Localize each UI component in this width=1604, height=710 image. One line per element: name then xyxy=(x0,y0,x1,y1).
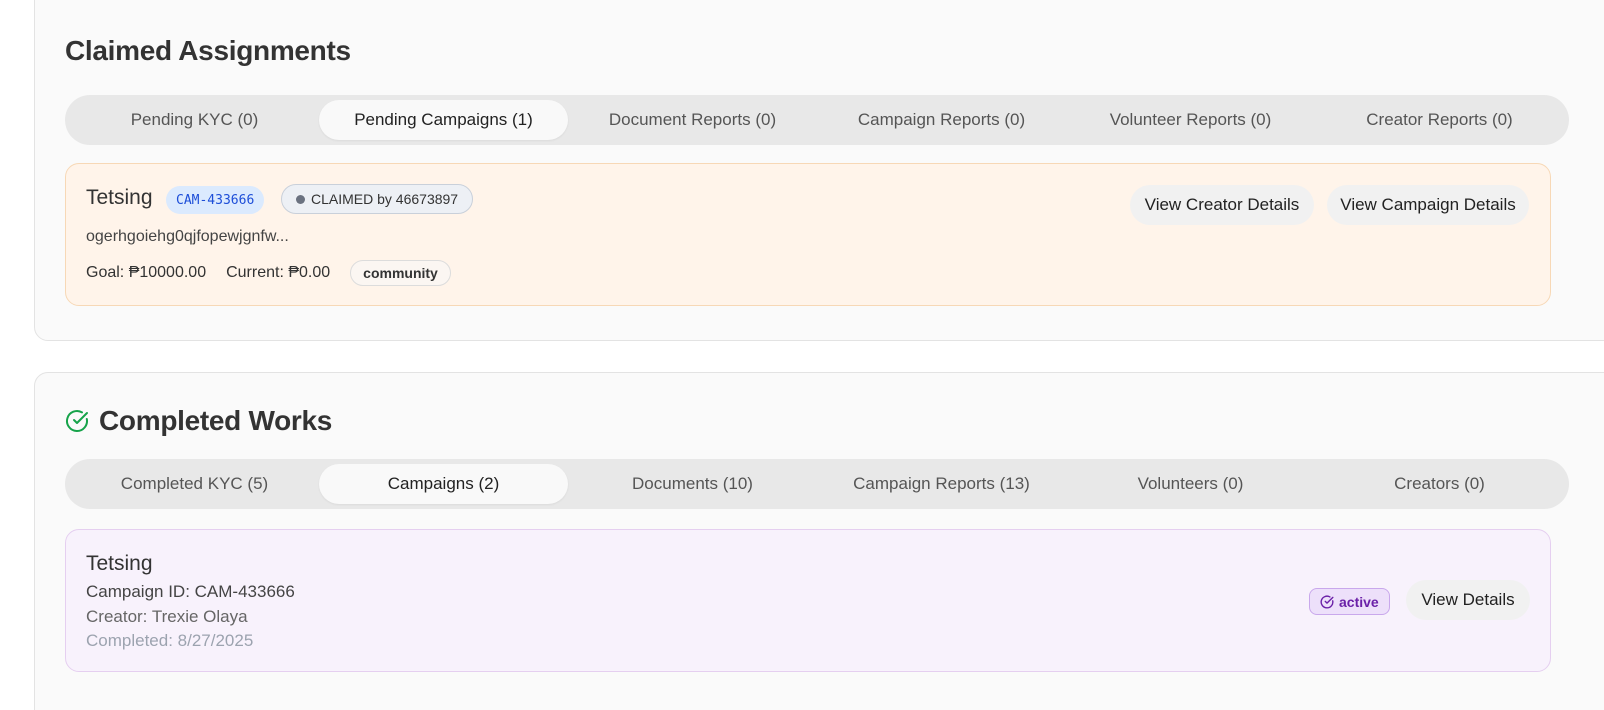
claimed-status-badge: CLAIMED by 46673897 xyxy=(281,184,474,214)
status-badge: active xyxy=(1309,588,1390,615)
tab-creators[interactable]: Creators (0) xyxy=(1315,464,1564,504)
completed-tabs: Completed KYC (5) Campaigns (2) Document… xyxy=(65,459,1569,509)
tab-completed-kyc[interactable]: Completed KYC (5) xyxy=(70,464,319,504)
tab-document-reports[interactable]: Document Reports (0) xyxy=(568,100,817,140)
tab-pending-kyc[interactable]: Pending KYC (0) xyxy=(70,100,319,140)
check-circle-small-icon xyxy=(1320,595,1334,609)
claimed-assignments-title: Claimed Assignments xyxy=(65,35,351,67)
tab-volunteer-reports[interactable]: Volunteer Reports (0) xyxy=(1066,100,1315,140)
claimed-campaign-card: Tetsing CAM-433666 CLAIMED by 46673897 o… xyxy=(65,163,1551,306)
view-details-button[interactable]: View Details xyxy=(1406,580,1530,620)
campaign-meta: Goal: ₱10000.00 Current: ₱0.00 community xyxy=(86,260,451,286)
claimed-assignments-section: Claimed Assignments Pending KYC (0) Pend… xyxy=(34,0,1604,341)
completed-campaign-card: Tetsing Campaign ID: CAM-433666 Creator:… xyxy=(65,529,1551,672)
tab-volunteers[interactable]: Volunteers (0) xyxy=(1066,464,1315,504)
category-badge: community xyxy=(350,260,451,286)
view-creator-details-button[interactable]: View Creator Details xyxy=(1130,185,1314,225)
tab-campaign-reports-completed[interactable]: Campaign Reports (13) xyxy=(817,464,1066,504)
completed-works-heading: Completed Works xyxy=(99,405,333,436)
view-campaign-details-button[interactable]: View Campaign Details xyxy=(1327,185,1529,225)
completed-works-title: Completed Works xyxy=(65,405,332,437)
tab-creator-reports[interactable]: Creator Reports (0) xyxy=(1315,100,1564,140)
completed-campaign-id: Campaign ID: CAM-433666 xyxy=(86,582,295,601)
tab-pending-campaigns[interactable]: Pending Campaigns (1) xyxy=(319,100,568,140)
campaign-description: ogerhgoiehg0qjfopewjgnfw... xyxy=(86,228,289,245)
status-label: active xyxy=(1339,593,1379,610)
campaign-current: Current: ₱0.00 xyxy=(226,264,331,281)
completed-campaign-date: Completed: 8/27/2025 xyxy=(86,631,254,650)
tab-campaign-reports[interactable]: Campaign Reports (0) xyxy=(817,100,1066,140)
claimed-assignments-heading: Claimed Assignments xyxy=(65,35,351,66)
campaign-goal: Goal: ₱10000.00 xyxy=(86,264,207,281)
completed-campaign-creator: Creator: Trexie Olaya xyxy=(86,607,248,626)
status-dot-icon xyxy=(296,194,305,204)
campaign-title: Tetsing xyxy=(86,186,153,209)
campaign-id-badge: CAM-433666 xyxy=(166,186,265,214)
claimed-status-label: CLAIMED by 46673897 xyxy=(311,191,459,207)
completed-campaign-title: Tetsing xyxy=(86,552,153,575)
check-circle-icon xyxy=(66,410,88,432)
completed-works-section: Completed Works Completed KYC (5) Campai… xyxy=(34,372,1604,710)
tab-campaigns[interactable]: Campaigns (2) xyxy=(319,464,568,504)
tab-documents[interactable]: Documents (10) xyxy=(568,464,817,504)
claimed-tabs: Pending KYC (0) Pending Campaigns (1) Do… xyxy=(65,95,1569,145)
